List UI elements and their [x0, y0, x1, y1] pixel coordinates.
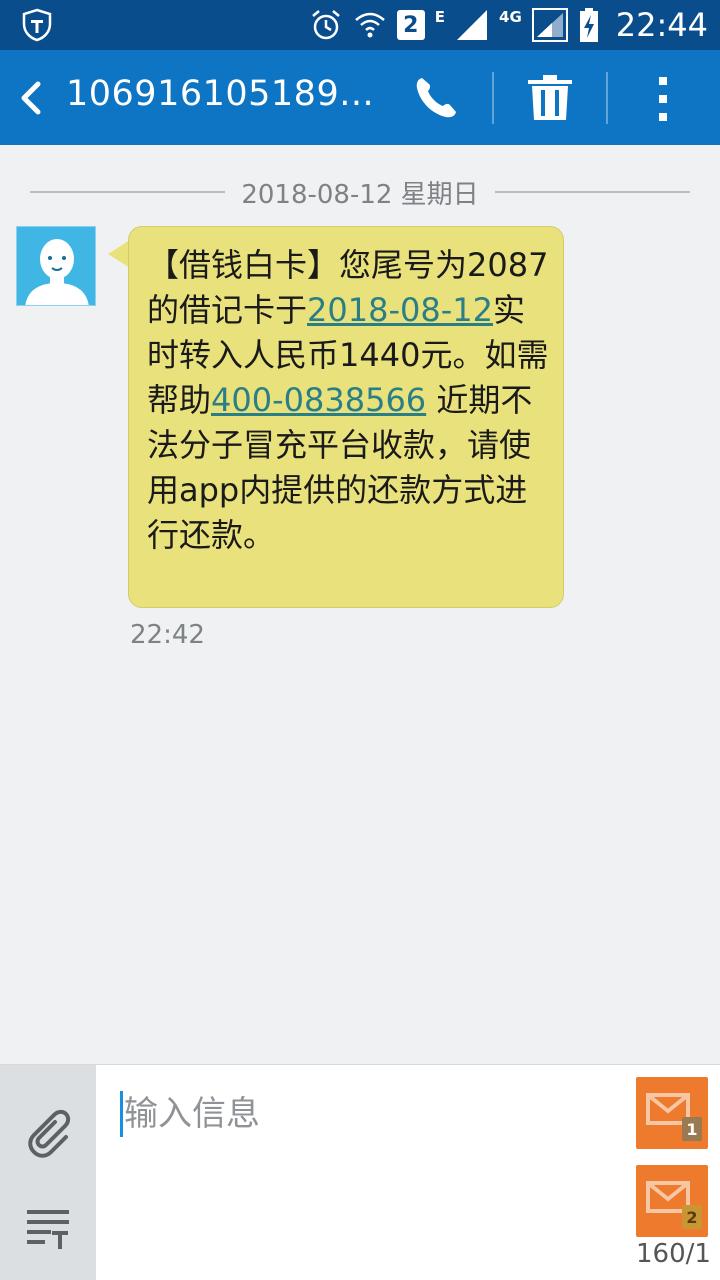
- divider-line: [30, 191, 226, 193]
- message-input[interactable]: [120, 1089, 620, 1139]
- message-timestamp: 22:42: [130, 620, 205, 650]
- network-type-4g: 4G: [499, 8, 522, 26]
- status-bar: 2 E 4G 22:44: [0, 0, 720, 50]
- send-sim2-button[interactable]: 2: [636, 1165, 708, 1237]
- contact-avatar[interactable]: [16, 226, 96, 306]
- delete-trash-icon[interactable]: [526, 74, 574, 122]
- date-link[interactable]: 2018-08-12: [307, 291, 493, 329]
- character-counter: 160/1: [636, 1239, 711, 1269]
- battery-charging-icon: [579, 8, 598, 42]
- person-avatar-icon: [25, 239, 89, 305]
- date-label: 2018-08-12 星期日: [241, 179, 479, 210]
- date-divider: 2018-08-12 星期日: [30, 172, 690, 212]
- compose-bar: 1 2 160/1: [0, 1064, 720, 1280]
- sim1-label: 1: [682, 1117, 702, 1141]
- phone-call-icon[interactable]: [412, 74, 460, 122]
- alarm-icon: [311, 10, 340, 40]
- divider: [606, 72, 608, 124]
- paperclip-attach-icon[interactable]: [24, 1107, 72, 1159]
- phone-number-link[interactable]: 400-0838566: [211, 381, 426, 419]
- sim2-label: 2: [682, 1205, 702, 1229]
- message-text: 【借钱白卡】您尾号为2087的借记卡于2018-08-12实时转入人民币1440…: [147, 243, 551, 558]
- action-bar: 106916105189...: [0, 50, 720, 145]
- back-arrow-icon[interactable]: [14, 76, 48, 120]
- status-time: 22:44: [615, 6, 708, 44]
- network-type-e: E: [434, 8, 446, 26]
- bubble-tail: [108, 240, 130, 268]
- text-template-icon[interactable]: [26, 1209, 70, 1249]
- message-bubble[interactable]: 【借钱白卡】您尾号为2087的借记卡于2018-08-12实时转入人民币1440…: [128, 226, 564, 608]
- compose-side-panel: [0, 1065, 96, 1280]
- security-shield-icon: [22, 8, 52, 42]
- more-options-icon[interactable]: [650, 74, 676, 124]
- sim-badge: 2: [396, 10, 425, 40]
- conversation-title: 106916105189...: [66, 74, 375, 114]
- divider-line: [494, 191, 690, 193]
- divider: [492, 72, 494, 124]
- wifi-icon: [354, 12, 385, 38]
- signal-4g-icon: [531, 8, 568, 42]
- send-sim1-button[interactable]: 1: [636, 1077, 708, 1149]
- signal-icon: [457, 10, 488, 40]
